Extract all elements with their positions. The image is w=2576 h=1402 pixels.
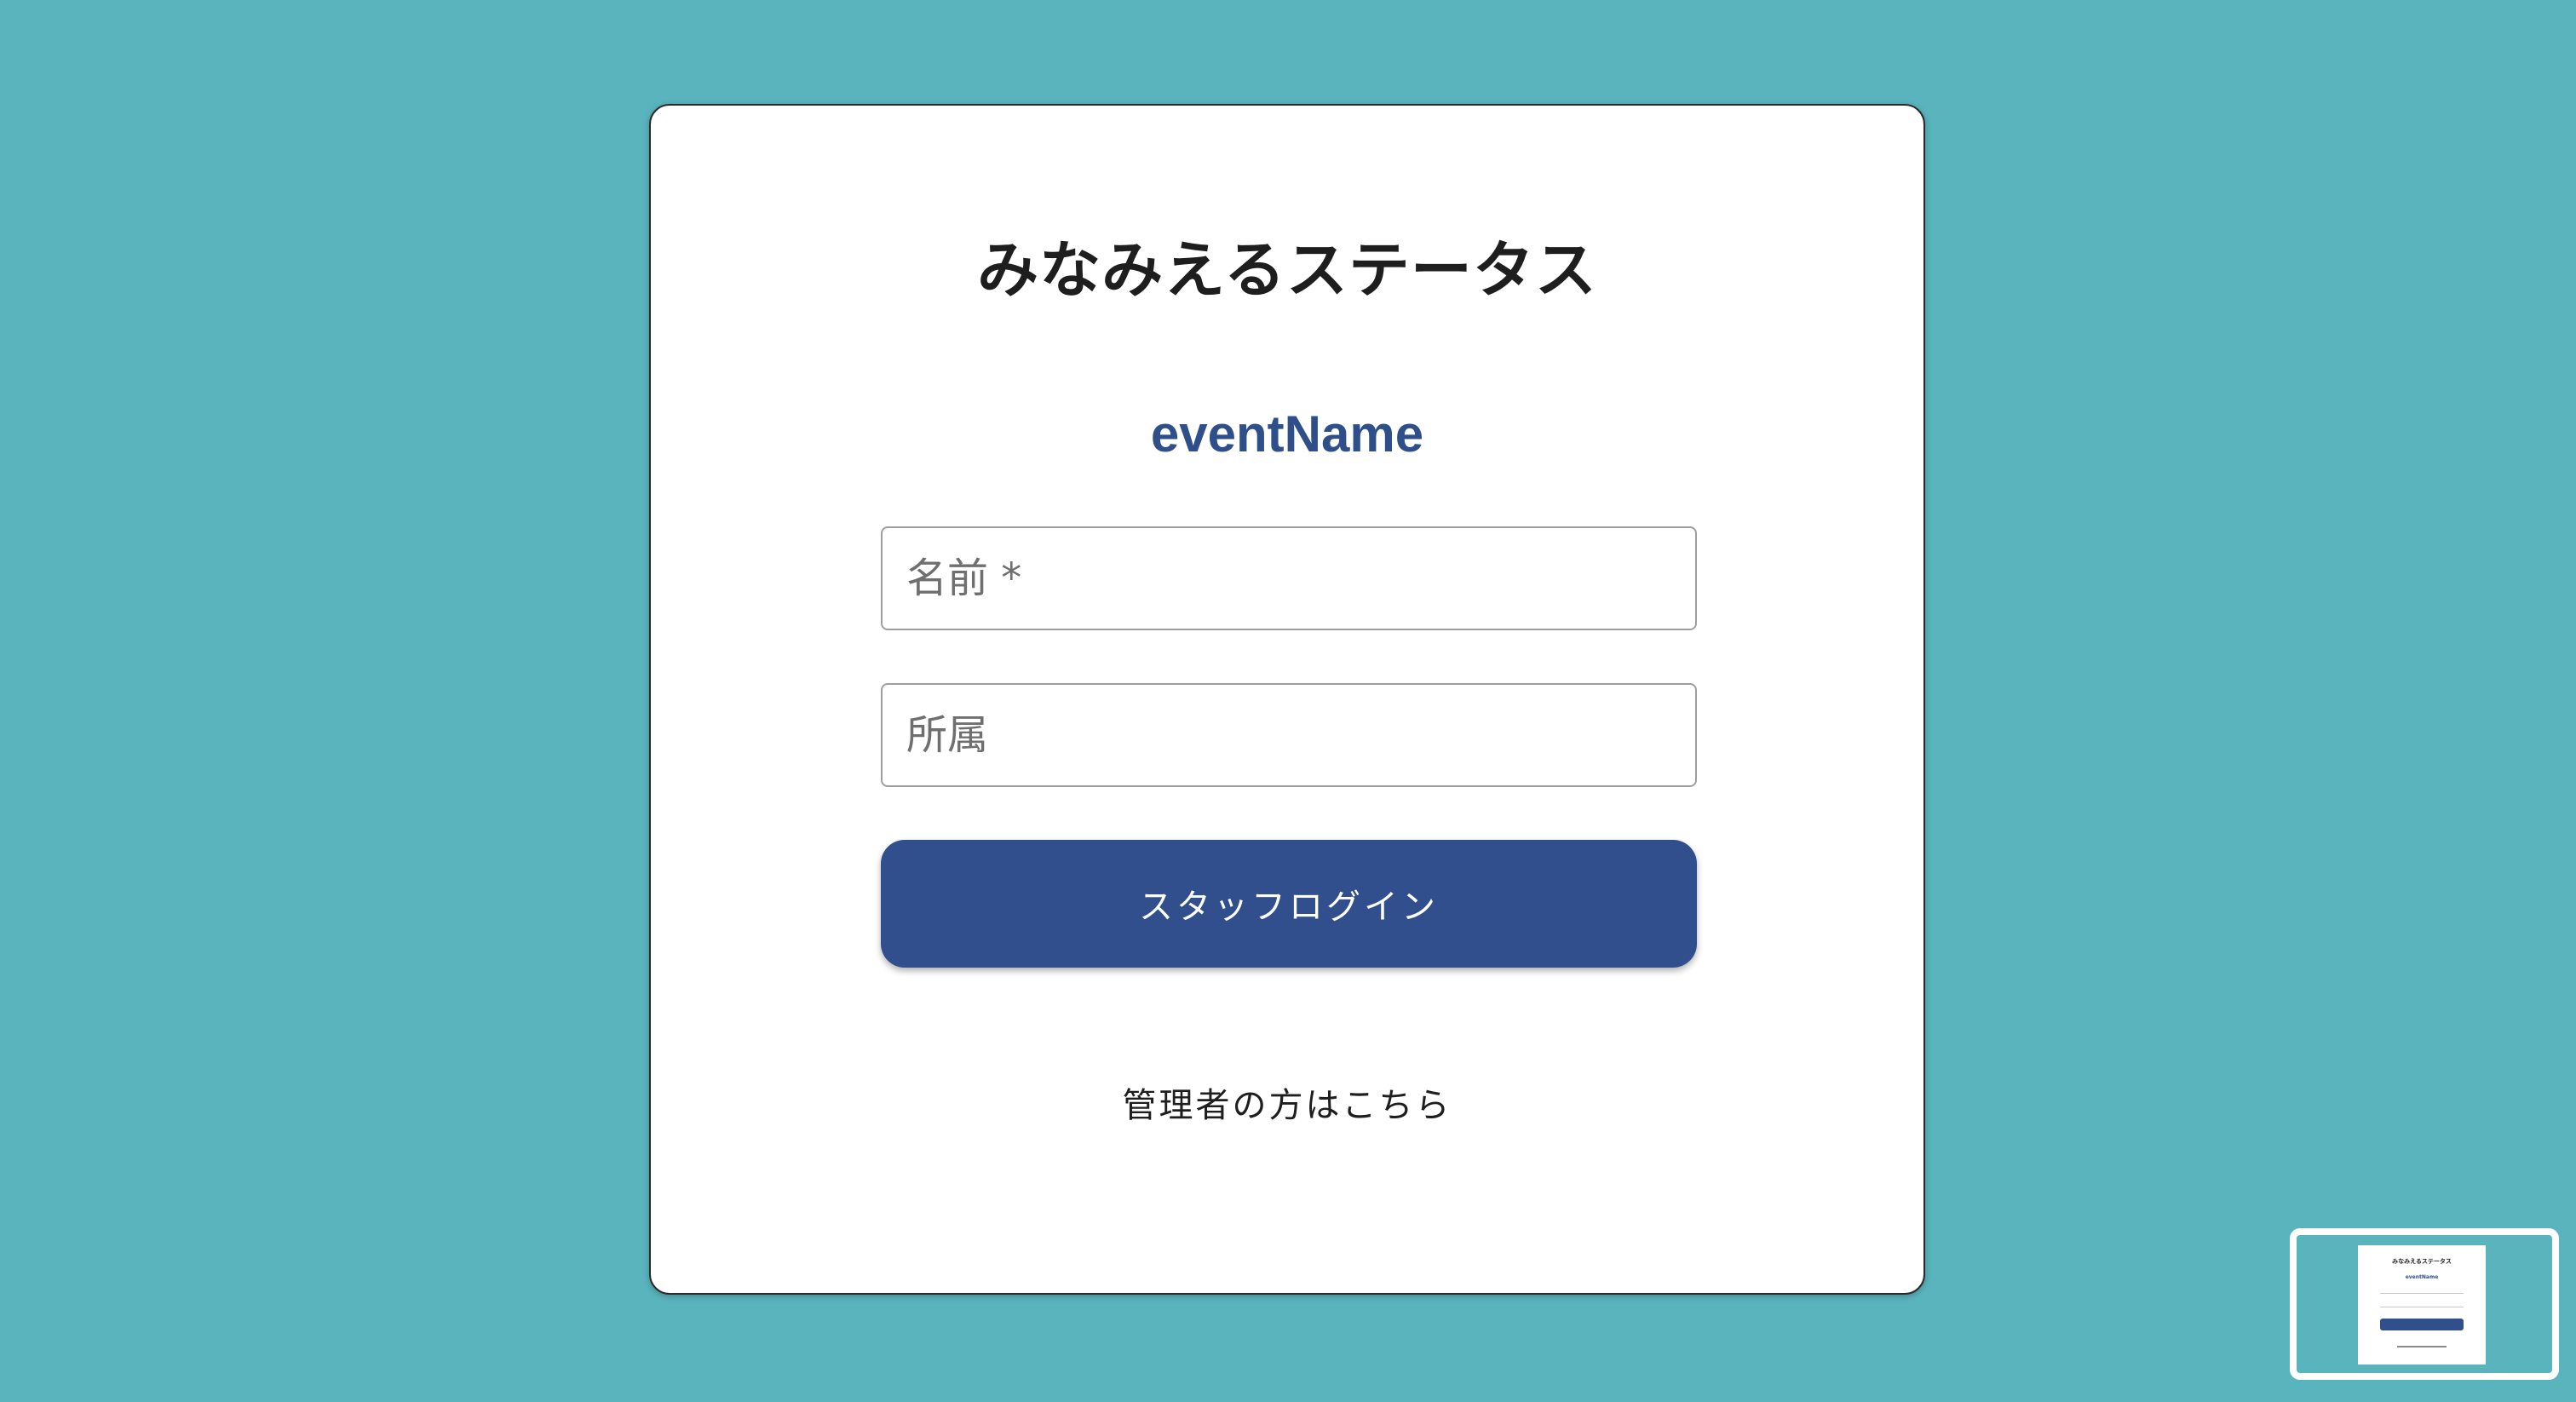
staff-login-button[interactable]: スタッフログイン: [881, 840, 1697, 968]
event-name: eventName: [1150, 405, 1424, 463]
thumbnail-title: みなみえるステータス: [2392, 1258, 2452, 1265]
name-input[interactable]: [883, 528, 1695, 629]
login-card: みなみえるステータス eventName スタッフログイン 管理者の方はこちら: [649, 104, 1925, 1295]
thumbnail-event-name: eventName: [2405, 1274, 2439, 1280]
thumbnail-field-line: [2380, 1293, 2464, 1294]
name-field: [881, 526, 1697, 630]
page-thumbnail-preview[interactable]: みなみえるステータス eventName: [2290, 1228, 2559, 1380]
app-title: みなみえるステータス: [977, 234, 1597, 306]
admin-login-link[interactable]: 管理者の方はこちら: [1123, 1086, 1452, 1125]
thumbnail-footer-text: [2397, 1346, 2447, 1347]
affiliation-input[interactable]: [883, 685, 1695, 785]
thumbnail-button: [2380, 1319, 2464, 1330]
thumbnail-card: みなみえるステータス eventName: [2358, 1245, 2486, 1365]
admin-link-row: 管理者の方はこちら: [651, 1085, 1923, 1126]
affiliation-field: [881, 683, 1697, 787]
